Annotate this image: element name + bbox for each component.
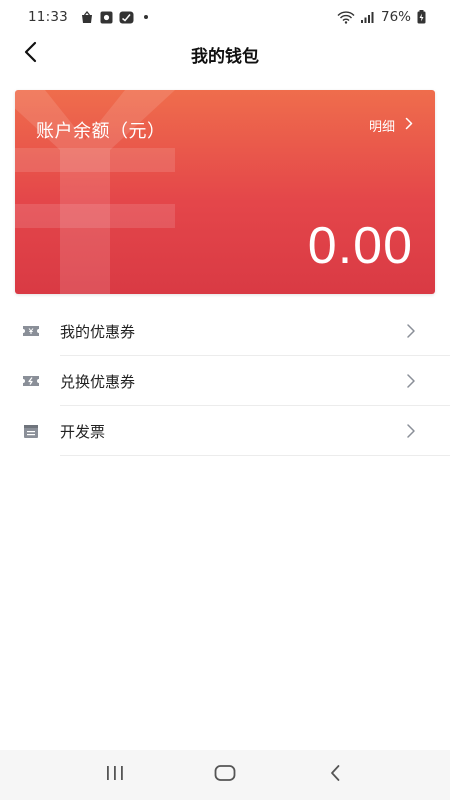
balance-label: 账户余额（元） [36, 121, 166, 142]
home-button[interactable] [205, 755, 245, 795]
balance-amount: 0.00 [307, 217, 413, 275]
menu-item-exchange-coupon[interactable]: 兑换优惠券 [0, 356, 450, 406]
divider [60, 455, 450, 456]
header-bar: 我的钱包 [0, 34, 450, 74]
page-title: 我的钱包 [191, 46, 259, 67]
menu-item-invoice[interactable]: 开发票 [0, 406, 450, 456]
notification-dot-icon [143, 15, 148, 19]
chevron-left-icon [23, 41, 37, 67]
chevron-right-icon [405, 323, 417, 339]
chevron-right-icon [405, 117, 413, 134]
menu-item-label: 我的优惠券 [60, 322, 136, 341]
battery-charging-icon [417, 10, 426, 24]
wifi-icon [337, 10, 355, 24]
shopping-bag-icon [80, 10, 94, 24]
menu-item-label: 兑换优惠券 [60, 372, 136, 391]
recent-apps-icon [105, 765, 125, 785]
coupon-icon [22, 323, 40, 339]
home-icon [214, 764, 236, 786]
coupon-exchange-icon [22, 373, 40, 389]
system-nav-bar [0, 750, 450, 800]
signal-icon [360, 11, 375, 23]
status-right: 76% [337, 9, 426, 25]
status-bar: 11:33 76% [0, 0, 450, 34]
detail-link[interactable]: 明细 [369, 116, 413, 135]
system-back-button[interactable] [315, 755, 355, 795]
back-button[interactable] [14, 38, 46, 70]
balance-card: 账户余额（元） 明细 0.00 [15, 90, 435, 294]
app-badge-icon [119, 11, 134, 24]
chevron-right-icon [405, 373, 417, 389]
menu-item-my-coupons[interactable]: 我的优惠券 [0, 306, 450, 356]
status-time: 11:33 [28, 9, 68, 25]
status-left: 11:33 [28, 9, 148, 25]
chevron-right-icon [405, 423, 417, 439]
battery-percent: 76% [380, 9, 411, 25]
recent-apps-button[interactable] [95, 755, 135, 795]
camera-square-icon [100, 11, 113, 24]
wallet-menu: 我的优惠券 兑换优惠券 开发票 [0, 306, 450, 456]
invoice-icon [22, 423, 40, 439]
back-icon [329, 764, 341, 786]
detail-label: 明细 [368, 120, 395, 135]
menu-item-label: 开发票 [60, 422, 106, 441]
